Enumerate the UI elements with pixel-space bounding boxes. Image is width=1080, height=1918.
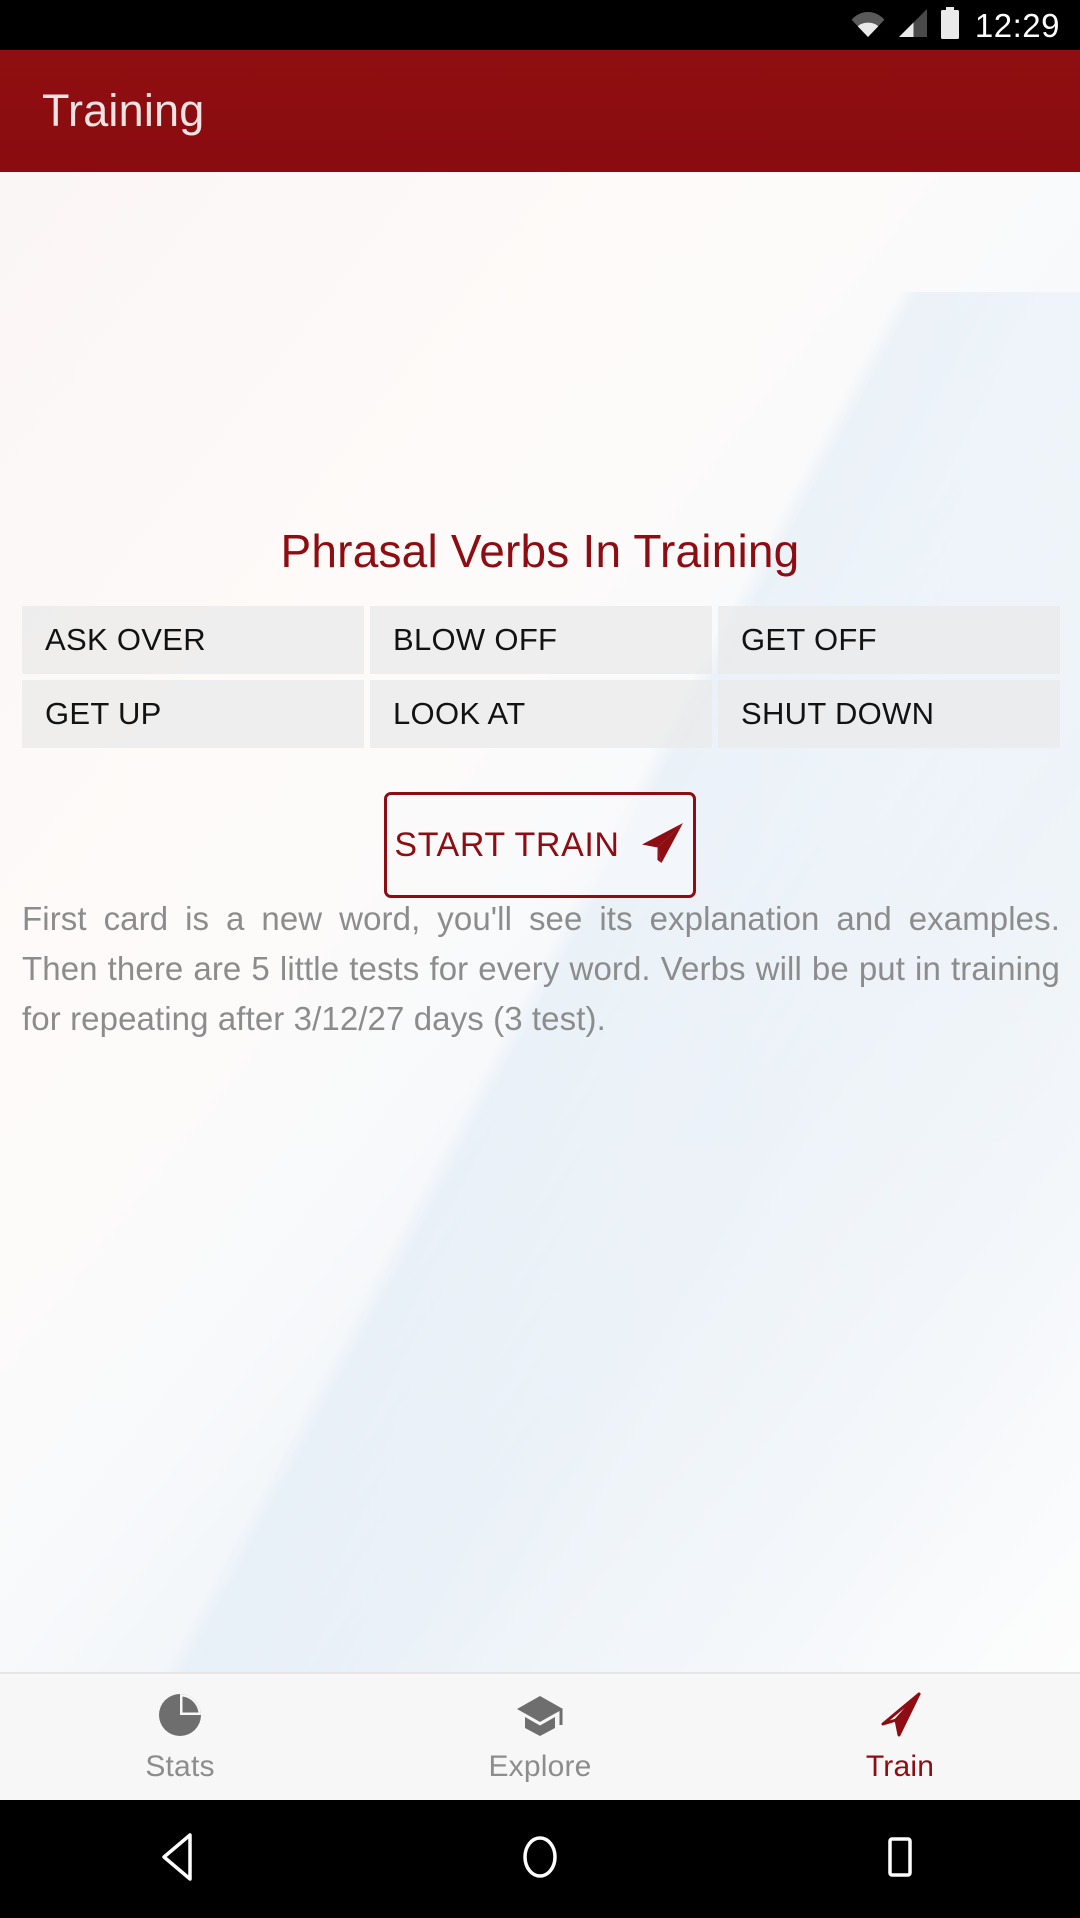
- send-icon: [638, 820, 686, 871]
- android-system-nav: [0, 1800, 1080, 1918]
- training-description: First card is a new word, you'll see its…: [22, 900, 1060, 1037]
- status-bar-clock: 12:29: [974, 6, 1060, 44]
- bottom-navigation: Stats Explore Train: [0, 1672, 1080, 1800]
- nav-label-train: Train: [865, 1750, 935, 1783]
- home-circle-icon: [516, 1831, 564, 1888]
- recents-square-icon: [876, 1831, 924, 1888]
- main-content: Phrasal Verbs In Training ASK OVER BLOW …: [0, 172, 1080, 1672]
- graduation-cap-icon: [515, 1692, 565, 1738]
- phrasal-verb-chip[interactable]: ASK OVER: [22, 606, 364, 674]
- phrasal-verb-chip[interactable]: GET OFF: [718, 606, 1060, 674]
- back-triangle-icon: [156, 1831, 204, 1888]
- phrasal-verb-chip[interactable]: LOOK AT: [370, 680, 712, 748]
- back-button[interactable]: [0, 1831, 360, 1888]
- wifi-icon: [851, 8, 885, 43]
- phrasal-verb-chip[interactable]: BLOW OFF: [370, 606, 712, 674]
- phrasal-verb-chip[interactable]: SHUT DOWN: [718, 680, 1060, 748]
- phrasal-verb-chip[interactable]: GET UP: [22, 680, 364, 748]
- status-bar-icons: [851, 6, 961, 44]
- status-bar: 12:29: [0, 0, 1080, 50]
- cellular-signal-icon: [896, 8, 928, 43]
- phrasal-verb-chip-grid: ASK OVER BLOW OFF GET OFF GET UP LOOK AT…: [22, 606, 1060, 748]
- app-bar: Training: [0, 50, 1080, 172]
- start-train-container: START TRAIN: [0, 792, 1080, 898]
- nav-item-stats[interactable]: Stats: [0, 1674, 360, 1800]
- send-icon: [877, 1692, 923, 1738]
- section-headline: Phrasal Verbs In Training: [280, 525, 800, 577]
- home-button[interactable]: [360, 1831, 720, 1888]
- pie-chart-icon: [157, 1692, 203, 1738]
- nav-item-explore[interactable]: Explore: [360, 1674, 720, 1800]
- page-title: Training: [42, 85, 205, 136]
- nav-label-stats: Stats: [145, 1750, 215, 1783]
- nav-item-train[interactable]: Train: [720, 1674, 1080, 1800]
- phone-screen: 12:29 Training Phrasal Verbs In Training…: [0, 0, 1080, 1918]
- start-train-button[interactable]: START TRAIN: [384, 792, 696, 898]
- start-train-label: START TRAIN: [394, 825, 620, 864]
- battery-icon: [939, 6, 961, 44]
- recents-button[interactable]: [720, 1831, 1080, 1888]
- nav-label-explore: Explore: [488, 1750, 592, 1783]
